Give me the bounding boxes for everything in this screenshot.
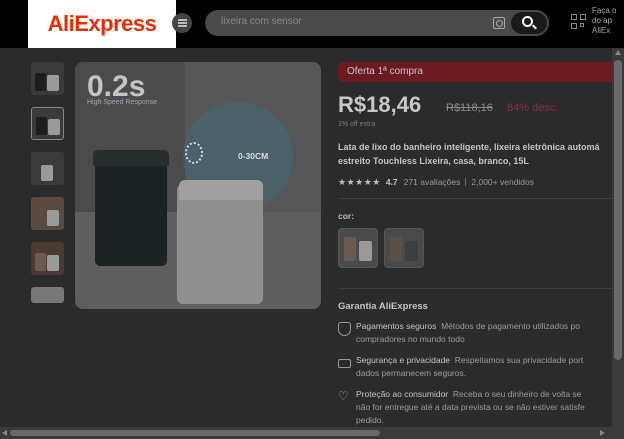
original-price: R$118,16	[446, 102, 493, 114]
range-label: 0-30CM	[238, 151, 269, 161]
white-bin-lid	[179, 180, 263, 200]
shield-icon	[338, 322, 351, 336]
white-bin	[177, 184, 263, 304]
color-swatch-1[interactable]	[338, 228, 378, 268]
search-icon-handle	[532, 24, 537, 30]
horizontal-scrollbar[interactable]	[0, 427, 612, 439]
scroll-up-icon[interactable]	[615, 50, 621, 55]
color-swatch-2[interactable]	[384, 228, 424, 268]
app-prompt-line: AliEx	[592, 26, 611, 35]
guarantee-title: Proteção ao consumidor	[356, 389, 449, 399]
hamburger-icon	[177, 22, 187, 24]
app-download-prompt[interactable]: Faça o do ap AliEx	[592, 6, 624, 36]
first-purchase-offer-banner: Oferta 1ª compra	[338, 62, 618, 82]
sold-count: 2,000+ vendidos	[471, 177, 535, 187]
top-header: AliExpress lixeira com sensor Faça o do …	[0, 0, 624, 48]
search-input[interactable]: lixeira com sensor	[221, 16, 302, 27]
product-title: Lata de lixo do banheiro inteligente, li…	[338, 140, 618, 168]
thumbnail-4[interactable]	[31, 197, 64, 230]
discount-badge: 84% desc.	[507, 102, 559, 114]
guarantee-desc: Respeitamos sua privacidade port	[454, 355, 584, 365]
dark-bin-lid	[93, 150, 169, 166]
image-search-icon[interactable]	[493, 17, 505, 29]
horizontal-scroll-thumb[interactable]	[10, 430, 380, 436]
scroll-right-icon[interactable]	[600, 430, 605, 436]
scroll-left-icon[interactable]	[2, 430, 7, 436]
search-bar[interactable]: lixeira com sensor	[205, 10, 549, 36]
app-prompt-line: Faça o	[592, 6, 617, 15]
aliexpress-logo: AliExpress	[47, 11, 157, 36]
app-prompt-line: do ap	[592, 16, 613, 25]
guarantee-title: Pagamentos seguros	[356, 321, 437, 331]
guarantee-desc: Métodos de pagamento utilizados po	[441, 321, 580, 331]
guarantee-desc: compradores no mundo todo	[356, 334, 465, 344]
product-title-line: estreito Touchless Lixeira, casa, branco…	[338, 156, 529, 166]
reviews-link[interactable]: 271 avaliações	[404, 177, 461, 187]
main-product-image[interactable]: 0.2s High Speed Response 0-30CM	[75, 62, 321, 309]
logo-link[interactable]: AliExpress	[28, 0, 176, 48]
category-menu-button[interactable]	[172, 13, 192, 33]
guarantee-desc: dados permanecem seguros.	[356, 368, 467, 378]
rating-value: 4.7	[385, 177, 398, 187]
thumbnail-strip	[31, 62, 65, 315]
thumbnail-1[interactable]	[31, 62, 64, 95]
qr-code-icon[interactable]	[571, 14, 587, 30]
thumbnail-5[interactable]	[31, 242, 64, 275]
extra-discount: 1% off extra	[338, 121, 376, 128]
lock-icon	[338, 359, 351, 368]
guarantee-title: Segurança e privacidade	[356, 355, 451, 365]
guarantee-desc: não for entregue até a data prevista ou …	[356, 402, 585, 412]
guarantee-heading: Garantia AliExpress	[338, 301, 428, 312]
star-rating-icon: ★★★★★	[338, 176, 381, 187]
search-button[interactable]	[511, 12, 547, 34]
rating-row: ★★★★★ 4.7 271 avaliações 2,000+ vendidos	[338, 176, 534, 188]
guarantee-desc: pedido.	[356, 415, 384, 425]
dark-bin	[95, 154, 167, 266]
vertical-scroll-thumb[interactable]	[614, 60, 622, 360]
offer-text: Oferta 1ª compra	[347, 66, 423, 77]
thumbnail-6[interactable]	[31, 287, 64, 303]
product-title-line: Lata de lixo do banheiro inteligente, li…	[338, 142, 600, 152]
heart-shield-icon: ♡	[338, 389, 349, 403]
current-price: R$18,46	[338, 92, 422, 117]
speed-caption: High Speed Response	[87, 99, 158, 106]
divider	[338, 288, 618, 289]
guarantee-desc: Receba o seu dinheiro de volta se	[452, 389, 582, 399]
divider	[465, 178, 467, 186]
vertical-scrollbar[interactable]	[612, 48, 624, 439]
divider	[338, 198, 618, 199]
thumbnail-3[interactable]	[31, 152, 64, 185]
color-label: cor:	[338, 211, 355, 221]
thumbnail-2[interactable]	[31, 107, 64, 140]
sensor-icon	[185, 142, 203, 164]
